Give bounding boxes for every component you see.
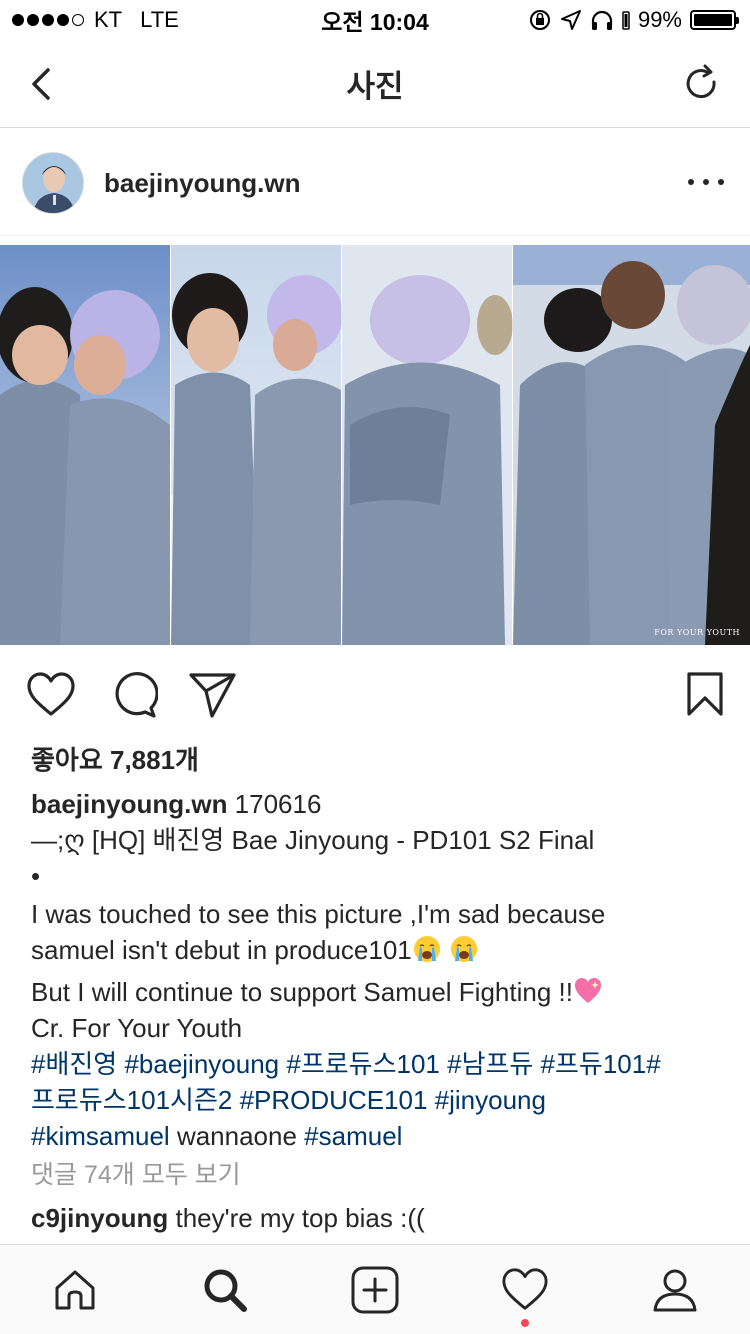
hashtag-samuel[interactable]: #samuel (304, 1121, 402, 1151)
caption-bullet: • (31, 861, 41, 891)
home-icon (55, 1270, 95, 1310)
search-icon (204, 1269, 247, 1312)
headphones-icon (591, 10, 613, 30)
tab-activity[interactable] (450, 1245, 600, 1334)
post-actions (0, 670, 750, 720)
post-username[interactable]: baejinyoung.wn (104, 168, 300, 199)
hashtags-line-2[interactable]: 프로듀스101시즌2 #PRODUCE101 #jinyoung (31, 1082, 721, 1118)
navigation-bar: 사진 (0, 40, 750, 128)
likes-count[interactable]: 좋아요 7,881개 (31, 740, 199, 777)
post-caption: baejinyoung.wn 170616 —;ღ [HQ] 배진영 Bae J… (31, 786, 721, 1154)
bookmark-icon[interactable] (680, 670, 730, 720)
caption-username[interactable]: baejinyoung.wn (31, 789, 227, 819)
share-send-icon[interactable] (188, 670, 238, 720)
status-bar: KT LTE 오전 10:04 99% (0, 0, 750, 40)
notification-dot (521, 1319, 529, 1327)
tab-bar (0, 1244, 750, 1334)
avatar-image (23, 153, 83, 213)
refresh-icon[interactable] (680, 62, 724, 106)
hashtags-line-1[interactable]: #배진영 #baejinyoung #프로듀스101 #남프듀 #프듀101# (31, 1046, 721, 1082)
tab-home[interactable] (0, 1245, 150, 1334)
view-all-comments-link[interactable]: 댓글 74개 모두 보기 (31, 1155, 241, 1191)
caption-date: 170616 (227, 789, 322, 819)
post-photo[interactable]: FOR YOUR YOUTH (0, 245, 750, 645)
caption-credit: Cr. For Your Youth (31, 1013, 243, 1043)
comment-item: c9jinyoung they're my top bias :(( (31, 1203, 425, 1234)
profile-icon (653, 1269, 697, 1312)
caption-text-3: But I will continue to support Samuel Fi… (31, 977, 573, 1007)
caption-plain-word: wannaone (169, 1121, 305, 1151)
battery-icon (690, 10, 739, 30)
tab-add-post[interactable] (300, 1245, 450, 1334)
chevron-left-icon[interactable] (22, 62, 66, 106)
crying-face-icon (413, 936, 440, 962)
like-heart-icon[interactable] (26, 670, 76, 720)
page-title: 사진 (346, 69, 404, 104)
caption-title: —;ღ [HQ] 배진영 Bae Jinyoung - PD101 S2 Fin… (31, 825, 595, 855)
crying-face-icon (451, 936, 478, 962)
sparkling-heart-icon (574, 978, 601, 1003)
photo-watermark: FOR YOUR YOUTH (654, 628, 740, 637)
caption-text-2: samuel isn't debut in produce101 (31, 935, 412, 965)
more-options-icon[interactable] (688, 170, 724, 194)
rotation-lock-icon (529, 10, 550, 30)
add-post-icon (351, 1266, 399, 1314)
comment-username[interactable]: c9jinyoung (31, 1203, 168, 1233)
hashtag-kimsamuel[interactable]: #kimsamuel (31, 1121, 170, 1151)
photo-collage (0, 245, 750, 645)
post-header: baejinyoung.wn (0, 130, 750, 236)
tab-profile[interactable] (600, 1245, 750, 1334)
battery-percent: 99% (637, 7, 682, 32)
caption-text-1: I was touched to see this picture ,I'm s… (31, 899, 606, 929)
comment-text: they're my top bias :(( (168, 1203, 425, 1233)
status-indicators: 99% (528, 7, 739, 33)
avatar[interactable] (22, 152, 84, 214)
battery-small-icon (622, 11, 630, 30)
activity-heart-icon (502, 1268, 548, 1310)
comment-icon[interactable] (108, 670, 158, 720)
location-arrow-icon (560, 10, 581, 30)
tab-search[interactable] (150, 1245, 300, 1334)
